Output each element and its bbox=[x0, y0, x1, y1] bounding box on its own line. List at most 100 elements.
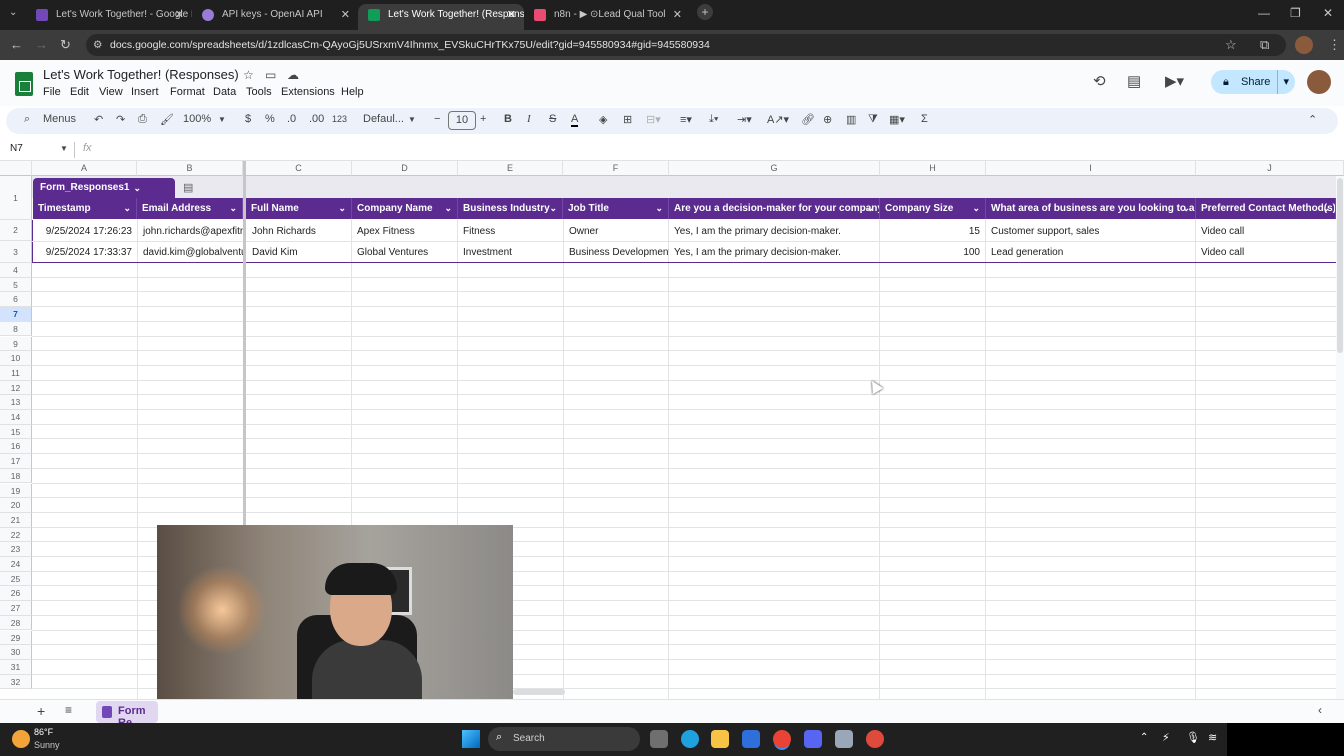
percent-format-button[interactable]: % bbox=[265, 113, 275, 125]
table-header-automation-area[interactable]: What area of business are you looking to… bbox=[986, 198, 1196, 219]
cell-h3[interactable]: 100 bbox=[880, 242, 985, 263]
user-avatar[interactable] bbox=[1307, 70, 1331, 94]
formula-input[interactable] bbox=[100, 141, 1330, 158]
menu-insert[interactable]: Insert bbox=[131, 86, 159, 98]
browser-menu-icon[interactable]: ⋮ bbox=[1328, 37, 1341, 53]
add-sheet-icon[interactable]: + bbox=[37, 703, 45, 719]
row-header[interactable]: 27 bbox=[0, 601, 32, 616]
comments-icon[interactable]: ▤ bbox=[1127, 72, 1141, 90]
extensions-icon[interactable]: ⧉ bbox=[1260, 37, 1269, 53]
row-header[interactable]: 8 bbox=[0, 321, 32, 337]
number-format-button[interactable]: 123 bbox=[332, 114, 347, 124]
col-header-j[interactable]: J bbox=[1196, 161, 1344, 176]
paint-format-icon[interactable]: 🖌︎ bbox=[160, 113, 174, 126]
row-header[interactable]: 11 bbox=[0, 365, 32, 381]
menu-format[interactable]: Format bbox=[170, 86, 205, 98]
font-size-increase-icon[interactable]: + bbox=[480, 113, 486, 125]
cell-a3[interactable]: 9/25/2024 17:33:37 bbox=[33, 242, 137, 263]
close-icon[interactable]: ✕ bbox=[175, 4, 184, 26]
url-field[interactable]: ⚙ docs.google.com/spreadsheets/d/1zdlcas… bbox=[86, 34, 1286, 56]
forward-icon[interactable]: → bbox=[35, 37, 48, 52]
chrome-icon[interactable] bbox=[773, 730, 791, 748]
table-view-icon[interactable]: ▤ bbox=[183, 178, 203, 198]
col-header-b[interactable]: B bbox=[137, 161, 243, 176]
cell-e3[interactable]: Investment bbox=[458, 242, 563, 263]
table-header-job-title[interactable]: Job Title ⌄ bbox=[563, 198, 669, 219]
increase-decimal-button[interactable]: .00 bbox=[309, 113, 324, 125]
row-header[interactable]: 12 bbox=[0, 380, 32, 396]
app-icon[interactable] bbox=[835, 730, 853, 748]
row-header[interactable]: 13 bbox=[0, 395, 32, 410]
text-rotation-icon[interactable]: A↗▾ bbox=[767, 113, 789, 126]
row-header[interactable]: 3 bbox=[0, 241, 32, 263]
cell-b3[interactable]: david.kim@globalventur bbox=[138, 242, 244, 263]
chevron-down-icon[interactable]: ⌄ bbox=[123, 198, 131, 219]
edge-icon[interactable] bbox=[681, 730, 699, 748]
menu-tools[interactable]: Tools bbox=[246, 86, 272, 98]
windows-start-icon[interactable] bbox=[462, 730, 480, 748]
back-icon[interactable]: ← bbox=[10, 37, 23, 52]
network-icon[interactable]: ⚡︎ bbox=[1162, 731, 1170, 744]
row-header[interactable]: 18 bbox=[0, 468, 32, 484]
col-header-d[interactable]: D bbox=[352, 161, 458, 176]
menu-data[interactable]: Data bbox=[213, 86, 236, 98]
col-header-e[interactable]: E bbox=[458, 161, 563, 176]
table-header-decision-maker[interactable]: Are you a decision-maker for your compan… bbox=[669, 198, 880, 219]
table-header-contact-method[interactable]: Preferred Contact Method(s) ⌄ bbox=[1196, 198, 1336, 219]
select-all-corner[interactable] bbox=[0, 161, 32, 176]
row-header[interactable]: 4 bbox=[0, 263, 32, 278]
cell-b2[interactable]: john.richards@apexfitne bbox=[138, 221, 244, 242]
row-header[interactable]: 10 bbox=[0, 351, 32, 366]
restore-icon[interactable]: ❐ bbox=[1290, 6, 1301, 20]
chevron-down-icon[interactable]: ⌄ bbox=[444, 198, 452, 219]
table-header-company-size[interactable]: Company Size ⌄ bbox=[880, 198, 986, 219]
move-folder-icon[interactable]: ▭ bbox=[265, 68, 276, 82]
cell-a2[interactable]: 9/25/2024 17:26:23 bbox=[33, 221, 137, 242]
table-header-email[interactable]: Email Address ⌄ bbox=[137, 198, 243, 219]
italic-icon[interactable]: I bbox=[527, 113, 531, 125]
functions-icon[interactable]: Σ bbox=[921, 113, 928, 125]
row-header[interactable]: 30 bbox=[0, 645, 32, 660]
star-icon[interactable]: ☆ bbox=[243, 68, 254, 82]
cloud-status-icon[interactable]: ☁ bbox=[287, 68, 299, 82]
row-header[interactable]: 22 bbox=[0, 527, 32, 543]
row-header[interactable]: 29 bbox=[0, 630, 32, 646]
horizontal-align-icon[interactable]: ≡▾ bbox=[680, 113, 692, 126]
cell-h2[interactable]: 15 bbox=[880, 221, 985, 242]
chevron-down-icon[interactable]: ⌄ bbox=[1322, 198, 1330, 219]
borders-icon[interactable]: ⊞ bbox=[623, 113, 632, 126]
reload-icon[interactable]: ↻ bbox=[60, 37, 71, 53]
row-header[interactable]: 14 bbox=[0, 410, 32, 425]
text-wrapping-icon[interactable]: ⇥▾ bbox=[737, 113, 752, 126]
cell-i2[interactable]: Customer support, sales bbox=[986, 221, 1195, 242]
col-header-c[interactable]: C bbox=[246, 161, 352, 176]
chevron-down-icon[interactable]: ⌄ bbox=[866, 198, 874, 219]
new-tab-icon[interactable]: + bbox=[697, 4, 713, 20]
chevron-down-icon[interactable]: ⌄ bbox=[655, 198, 663, 219]
row-header[interactable]: 26 bbox=[0, 586, 32, 602]
row-header[interactable]: 6 bbox=[0, 292, 32, 308]
col-header-g[interactable]: G bbox=[669, 161, 880, 176]
chevron-down-icon[interactable]: ⌄ bbox=[972, 198, 980, 219]
table-header-timestamp[interactable]: Timestamp ⌄ bbox=[33, 198, 137, 219]
frozen-column-divider[interactable] bbox=[243, 161, 246, 531]
row-header[interactable]: 7 bbox=[0, 307, 32, 322]
cell-j2[interactable]: Video call bbox=[1196, 221, 1336, 242]
strikethrough-icon[interactable]: S bbox=[549, 113, 556, 125]
table-header-industry[interactable]: Business Industry ⌄ bbox=[458, 198, 563, 219]
collapse-toolbar-icon[interactable]: ⌃ bbox=[1308, 113, 1317, 126]
search-menus-icon[interactable]: ⌕ bbox=[24, 113, 30, 126]
sheets-logo-icon[interactable] bbox=[15, 72, 33, 96]
name-box[interactable]: N7 bbox=[10, 143, 23, 154]
bold-icon[interactable]: B bbox=[504, 113, 512, 125]
browser-tab-3[interactable]: Let's Work Together! (Response ✕ bbox=[358, 4, 524, 30]
row-header[interactable]: 20 bbox=[0, 498, 32, 513]
menu-view[interactable]: View bbox=[99, 86, 123, 98]
doc-title[interactable]: Let's Work Together! (Responses) bbox=[43, 67, 239, 82]
insert-link-icon[interactable]: 🔗︎ bbox=[801, 113, 815, 126]
col-header-a[interactable]: A bbox=[32, 161, 137, 176]
col-header-h[interactable]: H bbox=[880, 161, 986, 176]
fill-color-icon[interactable]: ◈ bbox=[599, 113, 607, 126]
filter-views-icon[interactable]: ▦▾ bbox=[889, 113, 905, 126]
close-icon[interactable]: ✕ bbox=[673, 4, 682, 26]
